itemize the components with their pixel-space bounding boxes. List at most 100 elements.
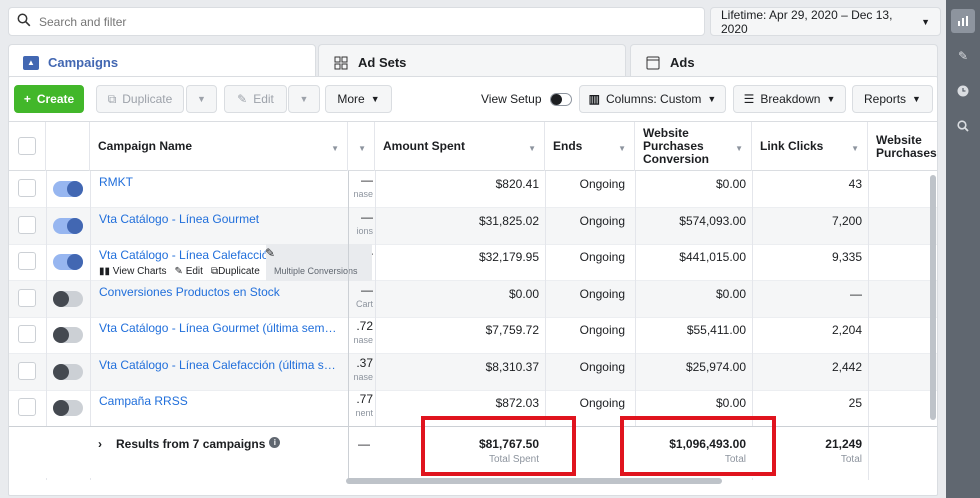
amount-spent-cell: $31,825.02 (478, 213, 539, 228)
toolbar: + Create ⧉ Duplicate ▼ ✎ Edit ▼ More ▼ V… (9, 77, 937, 121)
more-button[interactable]: More ▼ (325, 85, 392, 113)
horizontal-scrollbar[interactable] (346, 478, 722, 484)
chevron-down-icon: ▼ (921, 16, 930, 27)
duplicate-button[interactable]: ⧉ Duplicate (96, 85, 184, 113)
campaign-toggle[interactable] (53, 181, 83, 197)
row-checkbox[interactable] (18, 252, 36, 270)
duplicate-dropdown[interactable]: ▼ (186, 85, 217, 113)
hidden-col-top: .37 (356, 355, 373, 370)
search-icon (9, 13, 39, 30)
table-row[interactable]: Conversiones Productos en Stock — Cart $0.0… (9, 280, 937, 318)
campaign-toggle[interactable] (53, 400, 83, 416)
columns-label: Columns: Custom (606, 92, 702, 106)
link-clicks-cell: 2,442 (831, 359, 862, 374)
campaign-toggle[interactable] (53, 290, 83, 307)
sort-icon: ▼ (851, 144, 859, 153)
header-select-all (9, 122, 46, 171)
table-row[interactable]: RMKT — nase $820.41 Ongoing $0.00 43 (9, 171, 937, 208)
header-label: Website Purchases Conversion (643, 126, 710, 166)
row-checkbox[interactable] (18, 361, 36, 380)
table-row[interactable]: Vta Catálogo - Línea Gourmet — ions $31,825… (9, 207, 937, 245)
campaign-name-link[interactable]: Conversiones Productos en Stock (99, 285, 341, 299)
campaign-toggle[interactable] (53, 254, 83, 270)
header-amount-spent[interactable]: Amount Spent ▼ (375, 122, 545, 171)
campaign-name-link[interactable]: Vta Catálogo - Línea Gourmet (última sem… (99, 321, 341, 335)
campaign-name-link[interactable]: Vta Catálogo - Línea Gourmet (99, 212, 341, 226)
header-link-clicks[interactable]: Link Clicks ▼ (752, 122, 868, 171)
edit-button[interactable]: ✎ Edit (224, 85, 287, 113)
clock-icon[interactable] (951, 79, 975, 103)
breakdown-button[interactable]: ☰ Breakdown ▼ (733, 85, 846, 113)
tab-ads[interactable]: Ads (630, 44, 938, 80)
search-bar[interactable] (8, 7, 705, 36)
link-clicks-cell: 2,204 (831, 323, 862, 337)
link-clicks-cell: 9,335 (831, 250, 862, 264)
edit-action[interactable]: ✎ Edit (175, 266, 203, 277)
header-hidden-col[interactable]: ▼ (348, 122, 375, 171)
row-checkbox[interactable] (18, 288, 36, 307)
hidden-col-value: .77 nent (347, 392, 373, 420)
row-checkbox[interactable] (18, 325, 36, 343)
totals-label-group[interactable]: › Results from 7 campaigns i (98, 437, 281, 451)
view-setup-toggle[interactable] (549, 92, 572, 106)
hidden-col-sub: ions (356, 225, 373, 236)
ends-cell: Ongoing (579, 250, 625, 264)
more-label: More (337, 92, 365, 106)
row-checkbox[interactable] (18, 398, 36, 416)
magnifier-icon[interactable] (951, 114, 975, 138)
campaign-toggle[interactable] (53, 363, 83, 380)
row-checkbox[interactable] (18, 215, 36, 234)
campaign-name-link[interactable]: Vta Catálogo - Línea Calefacción (última… (99, 358, 341, 372)
tab-campaigns[interactable]: ▲ Campaigns (8, 44, 316, 80)
table-row[interactable]: Vta Catálogo - Línea Calefacción—$32,179… (9, 244, 937, 281)
edit-dropdown[interactable]: ▼ (288, 85, 320, 113)
header-ends[interactable]: Ends ▼ (545, 122, 635, 171)
campaign-name-link[interactable]: Campaña RRSS (99, 394, 341, 408)
date-range-picker[interactable]: Lifetime: Apr 29, 2020 – Dec 13, 2020 ▼ (710, 7, 941, 36)
hidden-col-value: — Cart (347, 283, 373, 311)
header-label: Website Purchases (876, 132, 937, 160)
table-row[interactable]: Vta Catálogo - Línea Calefacción (última… (9, 353, 937, 391)
chevron-right-icon: › (98, 437, 102, 451)
create-button[interactable]: + Create (14, 85, 84, 113)
row-checkbox[interactable] (18, 179, 36, 197)
hidden-col-sub: Cart (355, 298, 373, 309)
header-label: Ends (553, 139, 583, 153)
header-toggle-col (46, 122, 90, 171)
tab-ad-sets[interactable]: Ad Sets (318, 44, 626, 80)
hidden-col-top: — (361, 282, 373, 297)
top-bar: Lifetime: Apr 29, 2020 – Dec 13, 2020 ▼ (0, 0, 946, 44)
campaign-toggle[interactable] (53, 327, 83, 343)
hidden-col-value: — ions (347, 210, 373, 238)
campaign-toggle[interactable] (53, 217, 83, 234)
pencil-icon[interactable]: ✎ (951, 44, 975, 68)
grid-icon (333, 56, 349, 70)
select-all-checkbox[interactable] (18, 137, 36, 155)
link-clicks-cell: 25 (848, 396, 862, 410)
view-charts-action[interactable]: ▮▮ View Charts (99, 266, 167, 277)
sort-icon: ▼ (331, 144, 339, 153)
conversion-cell: $441,015.00 (679, 250, 746, 264)
reports-button[interactable]: Reports ▼ (852, 85, 933, 113)
search-input[interactable] (39, 14, 704, 29)
conversion-cell: $0.00 (715, 177, 746, 191)
breakdown-label: Breakdown (760, 92, 821, 106)
table-row[interactable]: Vta Catálogo - Línea Gourmet (última sem… (9, 317, 937, 354)
header-website-purchases-conversion[interactable]: Website Purchases Conversion ▼ (635, 122, 752, 171)
header-website-purchases[interactable]: Website Purchases (868, 122, 937, 171)
campaign-name-link[interactable]: RMKT (99, 175, 341, 189)
columns-button[interactable]: ▥ Columns: Custom ▼ (579, 85, 726, 113)
vertical-scrollbar[interactable] (930, 175, 936, 420)
duplicate-icon: ⧉ (210, 266, 219, 277)
bar-chart-icon[interactable] (951, 9, 975, 33)
pencil-icon[interactable]: ✎ (265, 246, 275, 260)
tab-label: Ad Sets (358, 55, 407, 70)
sort-icon: ▼ (618, 144, 626, 153)
ad-icon (645, 56, 661, 70)
link-clicks-cell: — (850, 286, 862, 301)
header-campaign-name[interactable]: Campaign Name ▼ (90, 122, 348, 171)
link-clicks-cell: 43 (848, 177, 862, 191)
folder-icon: ▲ (23, 55, 39, 70)
chevron-down-icon: ▼ (707, 94, 717, 104)
duplicate-action[interactable]: ⧉Duplicate (211, 266, 260, 277)
